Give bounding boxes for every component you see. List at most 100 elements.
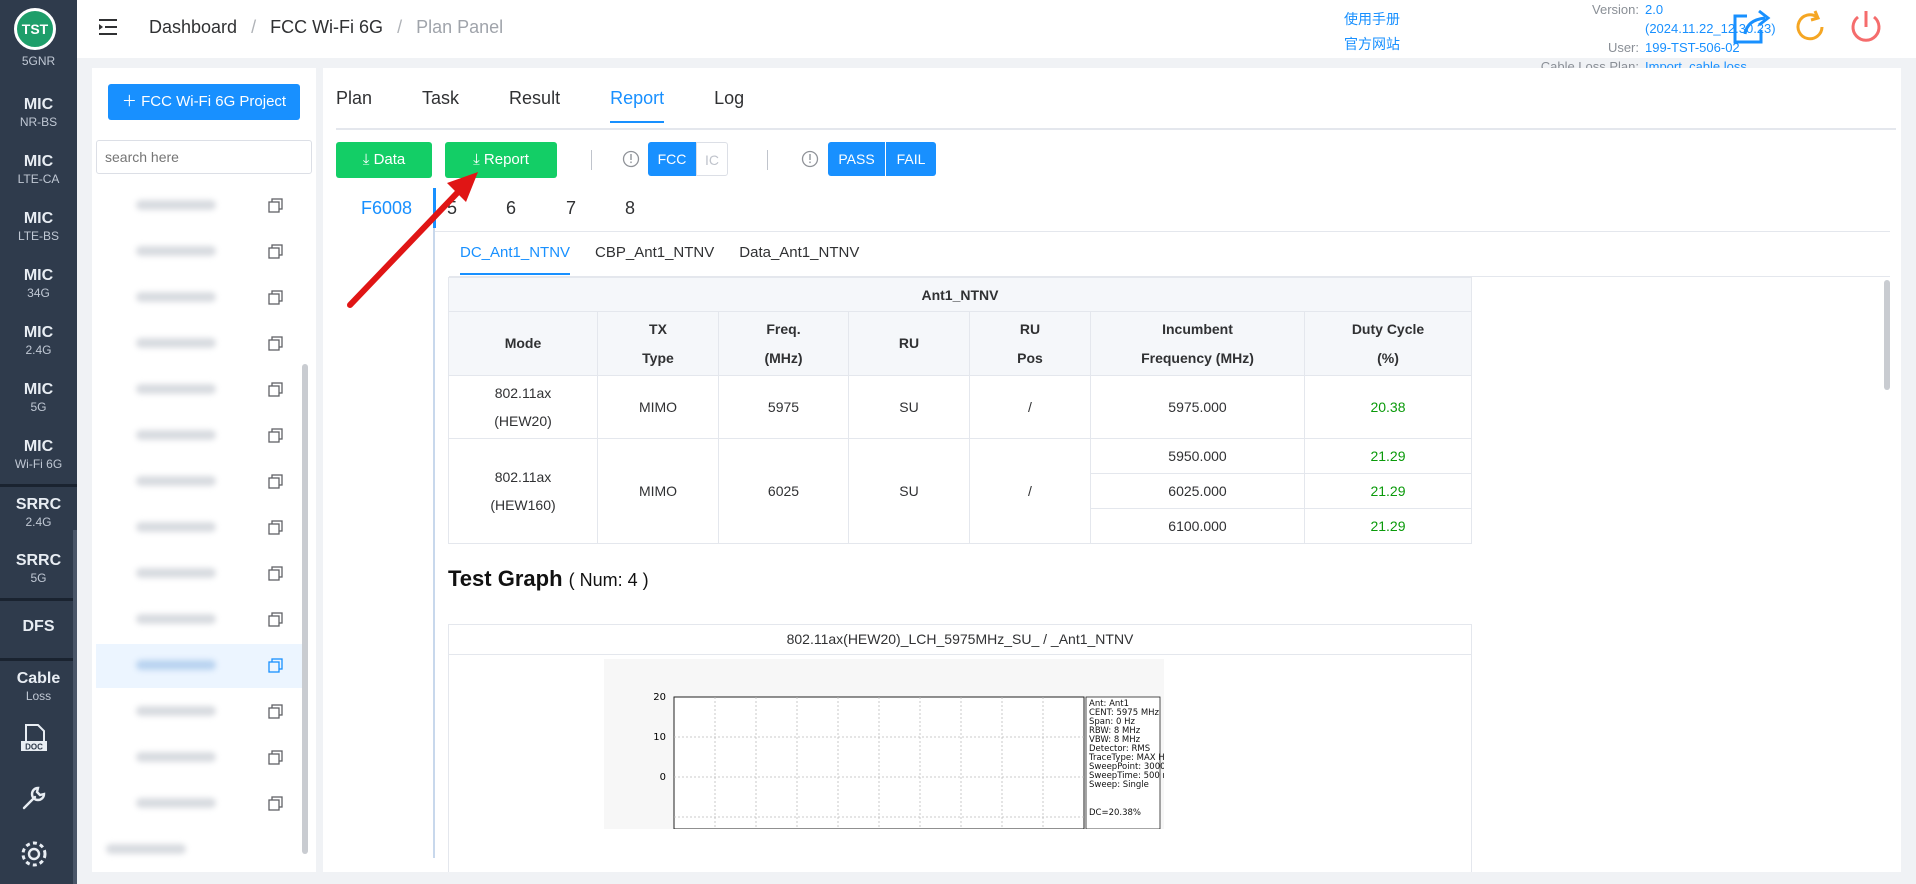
official-site-link[interactable]: 官方网站 — [1344, 32, 1400, 57]
rail-item-mic-lte-bs[interactable]: MIC LTE-BS — [0, 202, 77, 258]
rail-item-mic-wifi-6g[interactable]: MIC Wi-Fi 6G — [0, 430, 77, 486]
copy-icon[interactable] — [268, 428, 284, 444]
tab-result[interactable]: Result — [509, 88, 560, 123]
subtabs-divider — [435, 231, 1890, 232]
column-header-incumbent-frequency: Incumbent Frequency (MHz) — [1090, 311, 1305, 376]
export-icon[interactable] — [1731, 6, 1773, 48]
rail-item-mic-lte-ca[interactable]: MIC LTE-CA — [0, 145, 77, 201]
info-icon[interactable] — [801, 150, 819, 168]
rail-item-subtitle: NR-BS — [19, 115, 58, 129]
copy-icon[interactable] — [268, 566, 284, 582]
column-header-ru: RU — [848, 311, 970, 376]
breadcrumb-fcc-wifi-6g[interactable]: FCC Wi-Fi 6G — [270, 17, 383, 38]
subtab-6[interactable]: 6 — [506, 198, 516, 219]
refresh-icon[interactable] — [1789, 6, 1831, 48]
top-header: Dashboard / FCC Wi-Fi 6G / Plan Panel 使用… — [77, 0, 1916, 74]
copy-icon[interactable] — [268, 336, 284, 352]
test-graph-heading: Test Graph ( Num: 4 ) — [448, 566, 649, 592]
tree-item-label — [136, 430, 216, 440]
subtab-8[interactable]: 8 — [625, 198, 635, 219]
cell-ru-pos: / — [969, 375, 1091, 439]
tab-report[interactable]: Report — [610, 88, 665, 123]
copy-icon[interactable] — [268, 474, 284, 490]
fcc-wifi-6g-project-button[interactable]: ＋ FCC Wi-Fi 6G Project — [108, 84, 300, 120]
breadcrumb-separator: / — [397, 17, 403, 37]
tree-item[interactable] — [96, 184, 308, 228]
rail-item-title: MIC — [23, 153, 54, 170]
subtab-f6008[interactable]: F6008 — [361, 198, 412, 219]
tree-item[interactable] — [96, 736, 308, 780]
rail-scrollbar[interactable] — [73, 530, 77, 884]
rail-item-5gnr[interactable]: 5GNR — [0, 54, 77, 68]
tree-item-selected[interactable] — [96, 644, 308, 688]
copy-icon[interactable] — [268, 520, 284, 536]
settings-icon[interactable] — [18, 838, 50, 870]
rail-item-srrc-2-4g[interactable]: SRRC 2.4G — [0, 488, 77, 544]
fail-filter[interactable]: FAIL — [886, 142, 936, 176]
data-download-button[interactable]: ⤓ Data — [336, 142, 432, 178]
info-icon[interactable] — [622, 150, 640, 168]
copy-icon[interactable] — [268, 704, 284, 720]
vertical-tab-line — [433, 188, 435, 858]
copy-icon[interactable] — [268, 290, 284, 306]
tree-item[interactable] — [96, 368, 308, 412]
ic-toggle[interactable]: IC — [696, 142, 728, 176]
rail-item-dfs[interactable]: DFS — [0, 608, 77, 664]
cell-incumbent-frequency: 5950.000 — [1090, 438, 1305, 474]
power-icon[interactable] — [1845, 6, 1887, 48]
tree-item[interactable] — [96, 506, 308, 550]
report-download-button[interactable]: ⤓ Report — [445, 142, 557, 178]
rail-item-srrc-5g[interactable]: SRRC 5G — [0, 544, 77, 600]
tree-item[interactable] — [96, 322, 308, 366]
download-icon: ⤓ — [362, 151, 374, 168]
tree-item[interactable] — [96, 690, 308, 734]
rail-item-subtitle: LTE-BS — [17, 229, 60, 243]
column-header-freq: Freq. (MHz) — [718, 311, 849, 376]
report-scrollbar[interactable] — [1884, 280, 1890, 390]
tabs-divider — [336, 128, 1896, 130]
tree-item[interactable] — [96, 230, 308, 274]
copy-icon[interactable] — [268, 244, 284, 260]
copy-icon[interactable] — [268, 612, 284, 628]
user-manual-link[interactable]: 使用手册 — [1344, 7, 1400, 32]
tree-item-label — [136, 522, 216, 532]
pass-filter[interactable]: PASS — [828, 142, 885, 176]
tree-item[interactable] — [96, 552, 308, 596]
tree-item[interactable] — [96, 828, 308, 872]
subtab-5[interactable]: 5 — [447, 198, 457, 219]
app-logo[interactable]: TST — [14, 8, 56, 50]
copy-icon[interactable] — [268, 796, 284, 812]
copy-icon[interactable] — [268, 198, 284, 214]
tab-task[interactable]: Task — [422, 88, 459, 123]
rail-item-mic-34g[interactable]: MIC 34G — [0, 259, 77, 315]
rail-item-mic-5g[interactable]: MIC 5G — [0, 373, 77, 429]
cell-text: 802.11ax — [494, 385, 552, 401]
tree-item[interactable] — [96, 782, 308, 826]
tree-item[interactable] — [96, 276, 308, 320]
copy-icon[interactable] — [268, 750, 284, 766]
tab-dc-ant1-ntnv[interactable]: DC_Ant1_NTNV — [460, 244, 571, 275]
tab-data-ant1-ntnv[interactable]: Data_Ant1_NTNV — [739, 244, 859, 275]
search-input[interactable] — [96, 140, 312, 174]
cell-mode: 802.11ax (HEW160) — [448, 438, 598, 544]
rail-item-title: MIC — [23, 210, 54, 227]
tree-item[interactable] — [96, 598, 308, 642]
tree-item[interactable] — [96, 460, 308, 504]
wrench-icon[interactable] — [18, 782, 50, 814]
subtab-7[interactable]: 7 — [566, 198, 576, 219]
tree-item[interactable] — [96, 414, 308, 458]
breadcrumb-dashboard[interactable]: Dashboard — [149, 17, 237, 38]
tab-log[interactable]: Log — [714, 88, 744, 123]
rail-item-mic-nr-bs[interactable]: MIC NR-BS — [0, 88, 77, 144]
tree-scrollbar[interactable] — [302, 364, 308, 854]
tab-plan[interactable]: Plan — [336, 88, 372, 123]
copy-icon[interactable] — [268, 382, 284, 398]
copy-icon[interactable] — [268, 658, 284, 674]
doc-icon[interactable]: DOC — [18, 722, 50, 754]
rail-item-mic-2-4g[interactable]: MIC 2.4G — [0, 316, 77, 372]
menu-toggle-icon[interactable] — [97, 16, 119, 38]
tab-cbp-ant1-ntnv[interactable]: CBP_Ant1_NTNV — [595, 244, 714, 275]
tree-item-label — [106, 844, 186, 854]
fcc-toggle[interactable]: FCC — [648, 142, 696, 176]
rail-item-cable-loss[interactable]: Cable Loss — [0, 662, 77, 718]
